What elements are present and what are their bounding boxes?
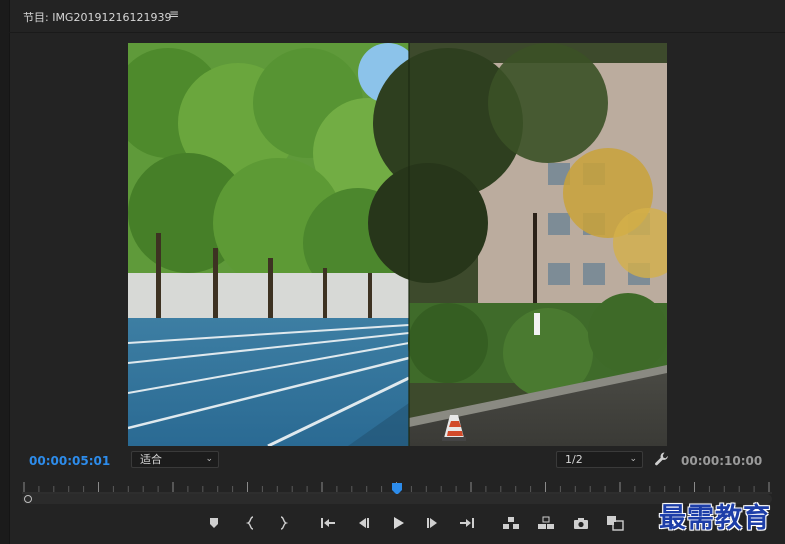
playhead-marker[interactable] xyxy=(392,480,402,495)
zoom-level-value: 适合 xyxy=(140,453,162,466)
play-icon xyxy=(394,517,404,529)
export-frame-button[interactable] xyxy=(570,513,592,533)
comparison-view-button[interactable] xyxy=(604,513,626,533)
video-frame-image xyxy=(128,43,667,446)
mark-in-icon xyxy=(245,516,254,530)
play-button[interactable] xyxy=(387,513,409,533)
extract-button[interactable] xyxy=(535,513,557,533)
playback-resolution-value: 1/2 xyxy=(565,453,583,466)
settings-wrench-icon[interactable] xyxy=(654,451,670,467)
go-to-in-icon xyxy=(321,518,335,528)
lift-button[interactable] xyxy=(500,513,522,533)
program-monitor-viewer[interactable] xyxy=(128,43,667,446)
lift-icon xyxy=(503,517,519,529)
zoom-level-select[interactable]: 适合 ⌄ xyxy=(131,451,219,468)
marker-icon xyxy=(210,518,218,528)
duration-timecode: 00:00:10:00 xyxy=(681,454,763,468)
panel-left-edge xyxy=(0,0,10,544)
step-back-button[interactable] xyxy=(352,513,374,533)
scrollbar-handle[interactable] xyxy=(24,495,32,503)
comparison-icon xyxy=(607,516,624,531)
go-to-out-button[interactable] xyxy=(456,513,478,533)
add-marker-button[interactable] xyxy=(203,513,225,533)
playback-resolution-select[interactable]: 1/2 ⌄ xyxy=(556,451,643,468)
go-to-out-icon xyxy=(460,518,474,528)
step-back-icon xyxy=(359,518,369,528)
chevron-down-icon: ⌄ xyxy=(205,454,213,464)
mark-out-button[interactable] xyxy=(272,513,294,533)
go-to-in-button[interactable] xyxy=(317,513,339,533)
step-forward-button[interactable] xyxy=(422,513,444,533)
current-timecode[interactable]: 00:00:05:01 xyxy=(29,454,110,468)
extract-icon xyxy=(538,516,554,529)
panel-title: 节目: IMG20191216121939 xyxy=(23,11,172,24)
mark-out-icon xyxy=(280,516,289,530)
watermark-logo: 最需教育 xyxy=(659,503,771,534)
step-forward-icon xyxy=(427,518,437,528)
panel-menu-icon[interactable]: ≡ xyxy=(169,7,179,21)
chevron-down-icon: ⌄ xyxy=(629,454,637,464)
camera-icon xyxy=(574,517,588,529)
mark-in-button[interactable] xyxy=(240,513,262,533)
panel-header: 节目: IMG20191216121939 ≡ xyxy=(9,0,785,33)
